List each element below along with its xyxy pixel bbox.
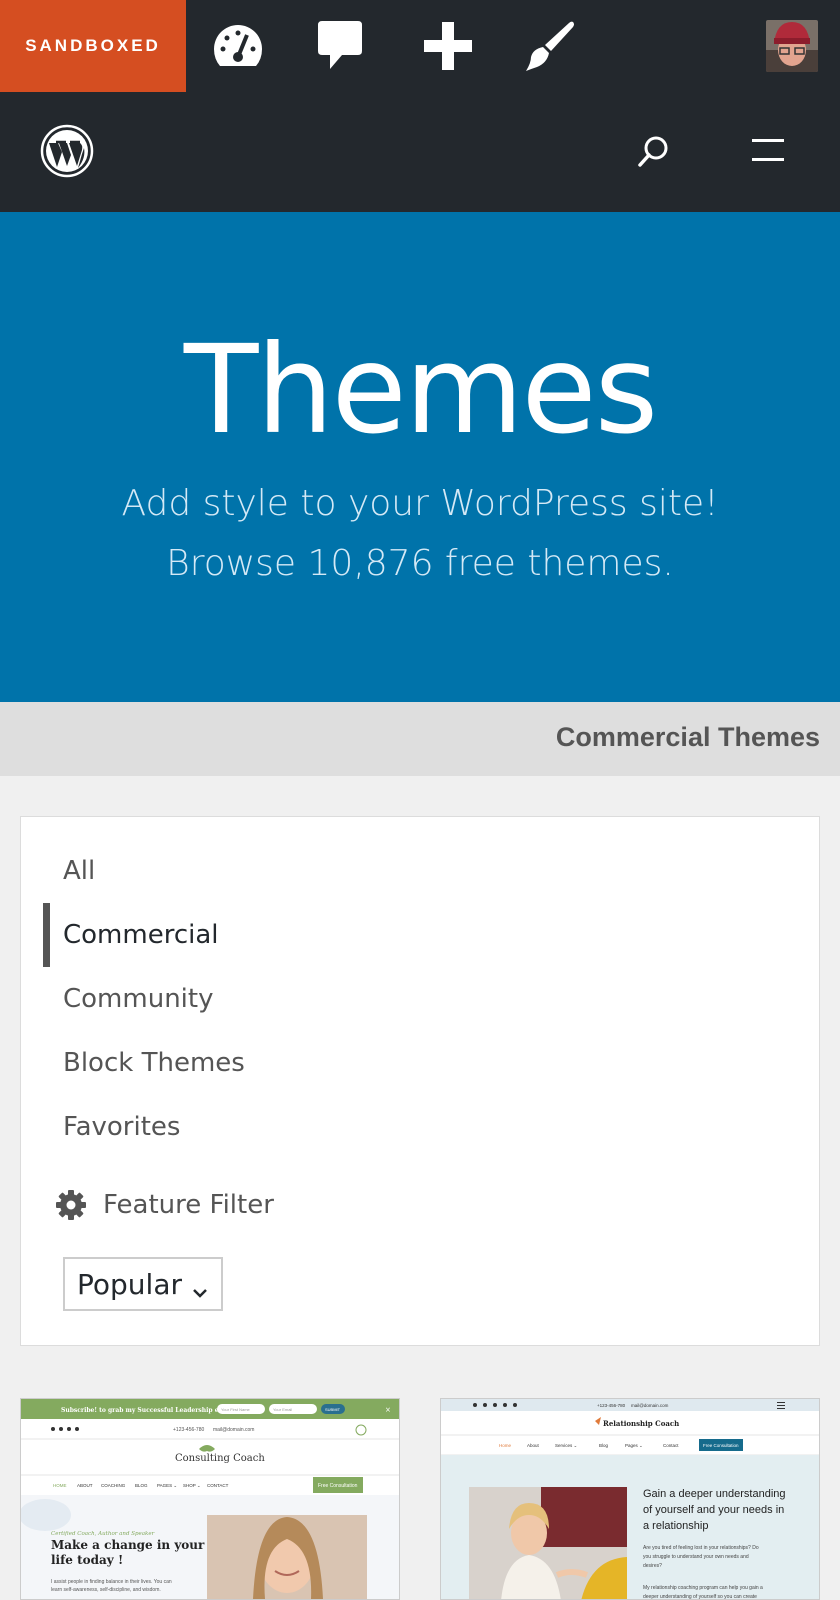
card1-nav-5: SHOP ⌄ <box>183 1483 201 1488</box>
theme-screenshot-relationship-coach: +123-456-780 mail@domain.com Relationshi… <box>441 1399 819 1599</box>
plus-icon[interactable] <box>420 18 476 74</box>
active-filter-indicator <box>43 903 50 967</box>
card1-nav-0: HOME <box>53 1483 67 1488</box>
theme-card-relationship-coach[interactable]: +123-456-780 mail@domain.com Relationshi… <box>440 1398 820 1600</box>
card1-nav-2: COACHING <box>101 1483 126 1488</box>
card2-nav-0: Home <box>499 1443 512 1448</box>
card2-phone: +123-456-780 <box>597 1403 626 1408</box>
chevron-down-icon <box>191 1276 209 1298</box>
search-icon[interactable] <box>636 134 672 170</box>
hero-subtitle: Add style to your WordPress site! Browse… <box>0 474 840 594</box>
filter-favorites[interactable]: Favorites <box>63 1107 180 1147</box>
hero-subtitle-line2: Browse 10,876 free themes. <box>166 543 674 584</box>
card1-nav-1: ABOUT <box>77 1483 93 1488</box>
feature-filter-button[interactable]: Feature Filter <box>55 1185 274 1225</box>
sort-selected-value: Popular <box>77 1267 182 1301</box>
feature-filter-label: Feature Filter <box>103 1190 274 1220</box>
theme-screenshot-consulting-coach: Subscribe! to grab my Successful Leaders… <box>21 1399 399 1599</box>
card1-nav-3: BLOG <box>135 1483 148 1488</box>
gear-icon <box>55 1189 87 1221</box>
card2-nav-2: Services ⌄ <box>555 1443 578 1448</box>
hamburger-menu-icon[interactable] <box>748 136 788 166</box>
comment-icon[interactable] <box>312 18 368 74</box>
dashboard-icon[interactable] <box>210 18 266 74</box>
theme-card-consulting-coach[interactable]: Subscribe! to grab my Successful Leaders… <box>20 1398 400 1600</box>
card2-nav-1: About <box>527 1443 540 1448</box>
user-avatar[interactable] <box>766 20 818 72</box>
card2-nav-3: Blog <box>599 1443 609 1448</box>
section-header: Commercial Themes <box>0 702 840 776</box>
brush-icon[interactable] <box>522 18 578 74</box>
filter-all[interactable]: All <box>63 851 95 891</box>
sort-select[interactable]: Popular <box>63 1257 223 1311</box>
filter-block-themes[interactable]: Block Themes <box>63 1043 245 1083</box>
page-title: Themes <box>183 319 658 461</box>
card1-nav-6: CONTACT <box>207 1483 229 1488</box>
card2-email: mail@domain.com <box>631 1403 669 1408</box>
section-title: Commercial Themes <box>555 722 820 752</box>
filter-commercial[interactable]: Commercial <box>63 915 219 955</box>
card2-site-name: Relationship Coach <box>603 1419 679 1428</box>
card1-nav-4: PAGES ⌄ <box>157 1483 177 1488</box>
wordpress-logo-icon[interactable] <box>40 124 94 178</box>
sandboxed-label[interactable]: SANDBOXED <box>0 0 186 92</box>
card2-cta: Free Consultation <box>703 1443 739 1448</box>
card2-nav-4: Pages ⌄ <box>625 1443 643 1448</box>
filter-panel: All Commercial Community Block Themes Fa… <box>20 816 820 1346</box>
card1-field1: Your First Name <box>221 1407 251 1412</box>
card1-banner: Subscribe! to grab my Successful Leaders… <box>61 1407 238 1414</box>
filter-community[interactable]: Community <box>63 979 213 1019</box>
hero-subtitle-line1: Add style to your WordPress site! <box>121 483 719 524</box>
hero-banner: Themes Add style to your WordPress site!… <box>0 212 840 702</box>
svg-text:×: × <box>385 1406 391 1414</box>
card1-cta: Free Consultation <box>318 1483 358 1489</box>
card1-phone: +123-456-780 <box>173 1427 204 1433</box>
card1-submit: SUBMIT <box>325 1407 341 1412</box>
card1-email: mail@domain.com <box>213 1427 254 1433</box>
card1-site-name: Consulting Coach <box>175 1453 265 1464</box>
site-header <box>0 92 840 212</box>
card1-kicker: Certified Coach, Author and Speaker <box>51 1531 155 1537</box>
admin-bar: SANDBOXED <box>0 0 840 92</box>
card2-nav-5: Contact <box>663 1443 679 1448</box>
card1-field2: Your Email <box>273 1407 292 1412</box>
